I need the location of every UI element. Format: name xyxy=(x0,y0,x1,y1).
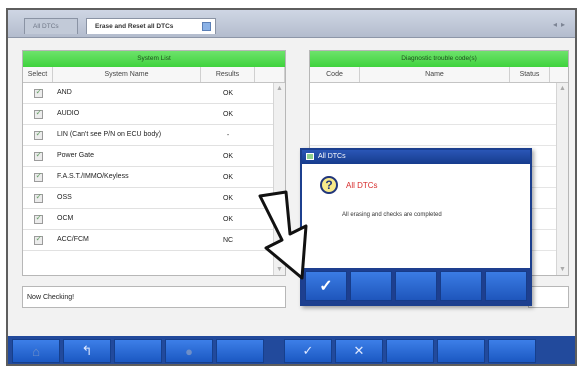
tab-erase-reset[interactable]: Erase and Reset all DTCs xyxy=(86,18,216,34)
select-checkbox[interactable] xyxy=(33,192,43,203)
table-row xyxy=(310,83,568,104)
toolbar-blank-button xyxy=(386,339,434,363)
system-name: AUDIO xyxy=(57,110,80,117)
back-icon: ↰ xyxy=(81,343,93,358)
col-name: Name xyxy=(360,67,510,82)
col-system-name: System Name xyxy=(53,67,201,82)
system-name: OCM xyxy=(57,215,74,222)
settings-button[interactable]: ● xyxy=(165,339,213,363)
dialog-message: All erasing and checks are completed xyxy=(342,212,442,218)
col-scroll xyxy=(255,67,285,82)
result: OK xyxy=(222,89,234,97)
checkmark-icon: ✓ xyxy=(302,343,314,358)
settings-icon: ● xyxy=(185,343,193,359)
dtc-list-title: Diagnostic trouble code(s) xyxy=(310,51,568,67)
toolbar-blank-button xyxy=(437,339,485,363)
app-window: All DTCs Erase and Reset all DTCs ◂▸ Sys… xyxy=(6,8,577,366)
dialog-heading: All DTCs xyxy=(346,181,378,190)
select-checkbox[interactable] xyxy=(33,171,43,182)
system-list-title: System List xyxy=(23,51,285,67)
back-button[interactable]: ↰ xyxy=(63,339,111,363)
dialog-blank-button xyxy=(440,271,482,301)
result: OK xyxy=(222,215,234,223)
status-field: Now Checking! xyxy=(22,286,286,308)
scroll-up-icon[interactable]: ▲ xyxy=(559,85,566,92)
table-row[interactable]: Power Gate OK xyxy=(23,146,285,167)
system-name: AND xyxy=(57,89,72,96)
dialog-blank-button xyxy=(395,271,437,301)
table-row[interactable]: LIN (Can't see P/N on ECU body) - xyxy=(23,125,285,146)
result: OK xyxy=(222,152,234,160)
col-status: Status xyxy=(510,67,550,82)
cancel-button[interactable]: ✕ xyxy=(335,339,383,363)
table-row xyxy=(310,125,568,146)
col-select: Select xyxy=(23,67,53,82)
table-row[interactable]: OSS OK xyxy=(23,188,285,209)
system-name: ACC/FCM xyxy=(57,236,89,243)
select-checkbox[interactable] xyxy=(33,234,43,245)
dialog-blank-button xyxy=(350,271,392,301)
app-icon xyxy=(306,153,314,160)
table-row[interactable]: AND OK xyxy=(23,83,285,104)
toolbar-blank-button xyxy=(488,339,536,363)
table-row[interactable]: F.A.S.T./IMMO/Keyless OK xyxy=(23,167,285,188)
chevron-left-icon[interactable]: ◂ xyxy=(553,20,561,29)
toolbar-blank-button xyxy=(114,339,162,363)
tab-all-dtcs[interactable]: All DTCs xyxy=(24,18,78,34)
select-checkbox[interactable] xyxy=(33,150,43,161)
col-code: Code xyxy=(310,67,360,82)
table-row[interactable]: ACC/FCM NC xyxy=(23,230,285,251)
system-list-body: AND OK AUDIO OK LIN (Can't see P/N on ECU … xyxy=(23,83,285,251)
system-name: LIN (Can't see P/N on ECU body) xyxy=(57,131,162,138)
system-list-header: Select System Name Results xyxy=(23,67,285,83)
dialog-title: All DTCs xyxy=(318,153,346,160)
col-results: Results xyxy=(201,67,255,82)
pointer-arrow-icon xyxy=(258,190,308,280)
result: NC xyxy=(222,236,234,244)
home-icon: ⌂ xyxy=(32,343,40,359)
dialog-blank-button xyxy=(485,271,527,301)
chevron-right-icon[interactable]: ▸ xyxy=(561,20,569,29)
tab-nav-arrows[interactable]: ◂▸ xyxy=(553,20,569,29)
system-name: F.A.S.T./IMMO/Keyless xyxy=(57,173,129,180)
tab-close-icon[interactable] xyxy=(202,22,211,31)
toolbar-blank-button xyxy=(216,339,264,363)
tab-erase-reset-label: Erase and Reset all DTCs xyxy=(95,23,174,30)
result: OK xyxy=(222,194,234,202)
completion-dialog: All DTCs ? All DTCs All erasing and chec… xyxy=(300,148,532,306)
scroll-down-icon[interactable]: ▼ xyxy=(559,266,566,273)
select-checkbox[interactable] xyxy=(33,108,43,119)
dtc-list-scrollbar[interactable]: ▲ ▼ xyxy=(556,83,568,275)
dialog-button-bar: ✓ xyxy=(302,268,530,304)
result: OK xyxy=(222,110,234,118)
cross-icon: ✕ xyxy=(353,343,365,358)
confirm-button[interactable]: ✓ xyxy=(284,339,332,363)
dtc-list-header: Code Name Status xyxy=(310,67,568,83)
scroll-up-icon[interactable]: ▲ xyxy=(276,85,283,92)
home-button[interactable]: ⌂ xyxy=(12,339,60,363)
bottom-toolbar: ⌂ ↰ ● ✓ ✕ xyxy=(8,336,575,364)
table-row xyxy=(310,104,568,125)
system-name: OSS xyxy=(57,194,72,201)
table-row[interactable]: AUDIO OK xyxy=(23,104,285,125)
select-checkbox[interactable] xyxy=(33,129,43,140)
table-row[interactable]: OCM OK xyxy=(23,209,285,230)
result: OK xyxy=(222,173,234,181)
status-field-right xyxy=(528,286,569,308)
select-checkbox[interactable] xyxy=(33,87,43,98)
tab-bar: All DTCs Erase and Reset all DTCs ◂▸ xyxy=(8,10,575,38)
system-name: Power Gate xyxy=(57,152,94,159)
select-checkbox[interactable] xyxy=(33,213,43,224)
system-list-panel: System List Select System Name Results A… xyxy=(22,50,286,276)
dialog-titlebar: All DTCs xyxy=(302,150,530,164)
result: - xyxy=(226,131,230,139)
